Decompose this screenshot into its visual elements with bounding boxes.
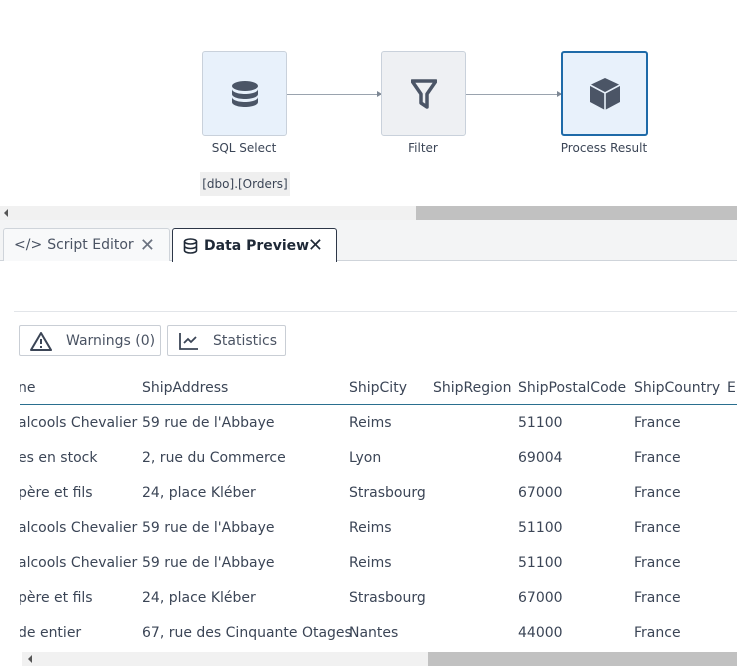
table-cell[interactable]: Reims (349, 415, 392, 431)
table-cell[interactable]: es en stock (20, 450, 97, 466)
cube-icon (589, 77, 620, 110)
table-cell[interactable]: 67000 (518, 590, 563, 606)
table-cell[interactable]: 24, place Kléber (142, 485, 256, 501)
edge-filter-result (466, 91, 562, 97)
node-process-result[interactable] (561, 51, 648, 136)
database-icon (183, 237, 198, 254)
table-cell[interactable]: père et fils (20, 485, 93, 501)
column-header[interactable]: ShipPostalCode (518, 380, 626, 396)
column-header[interactable]: E (727, 380, 736, 396)
close-icon[interactable]: ✕ (308, 235, 323, 256)
warning-icon (30, 331, 52, 351)
filter-icon (410, 78, 437, 109)
close-icon[interactable]: ✕ (140, 235, 155, 256)
table-cell[interactable]: France (634, 555, 681, 571)
node-label: SQL Select (211, 141, 277, 155)
table-cell[interactable]: 59 rue de l'Abbaye (142, 555, 274, 571)
table-cell[interactable]: 59 rue de l'Abbaye (142, 415, 274, 431)
statistics-button[interactable]: Statistics (167, 325, 286, 356)
column-header[interactable]: ShipAddress (142, 380, 228, 396)
table-cell[interactable]: France (634, 520, 681, 536)
table-cell[interactable]: Reims (349, 555, 392, 571)
table-cell[interactable]: 24, place Kléber (142, 590, 256, 606)
table-cell[interactable]: 59 rue de l'Abbaye (142, 520, 274, 536)
header-rule (20, 404, 737, 405)
table-cell[interactable]: France (634, 415, 681, 431)
code-icon: </> (14, 237, 43, 253)
database-icon (231, 80, 258, 107)
column-header[interactable]: ShipCity (349, 380, 407, 396)
node-label: Process Result (560, 141, 648, 155)
table-cell[interactable]: Strasbourg (349, 485, 426, 501)
scroll-left-arrow-icon[interactable] (4, 209, 8, 217)
table-cell[interactable]: France (634, 450, 681, 466)
table-cell[interactable]: Strasbourg (349, 590, 426, 606)
tab-label: Data Preview (204, 237, 310, 254)
table-cell[interactable]: Lyon (349, 450, 381, 466)
scroll-left-arrow-icon[interactable] (28, 655, 32, 663)
canvas-horizontal-scrollbar[interactable] (0, 206, 737, 220)
table-cell[interactable]: alcools Chevalier (20, 555, 137, 571)
scrollbar-thumb[interactable] (416, 206, 737, 220)
table-cell[interactable]: alcools Chevalier (20, 520, 137, 536)
node-sql-select[interactable] (202, 51, 287, 136)
table-cell[interactable]: de entier (20, 625, 81, 641)
node-filter[interactable] (381, 51, 466, 136)
tab-label: Script Editor (47, 237, 134, 253)
edge-sql-filter (287, 91, 382, 97)
tab-script-editor[interactable]: </> Script Editor ✕ (3, 228, 170, 261)
warnings-label: Warnings (0) (66, 332, 156, 349)
line-chart-icon (179, 332, 198, 350)
table-cell[interactable]: 69004 (518, 450, 563, 466)
column-header[interactable]: ShipCountry (634, 380, 720, 396)
statistics-label: Statistics (213, 332, 277, 349)
divider (14, 311, 737, 312)
table-cell[interactable]: 67000 (518, 485, 563, 501)
table-cell[interactable]: 2, rue du Commerce (142, 450, 286, 466)
table-cell[interactable]: France (634, 625, 681, 641)
warnings-button[interactable]: Warnings (0) (19, 325, 161, 356)
column-header[interactable]: ne (20, 380, 36, 396)
table-cell[interactable]: Nantes (349, 625, 398, 641)
table-cell[interactable]: 51100 (518, 415, 563, 431)
table-cell[interactable]: Reims (349, 520, 392, 536)
table-cell[interactable]: 44000 (518, 625, 563, 641)
node-tooltip: [dbo].[Orders] (200, 172, 290, 196)
table-cell[interactable]: France (634, 590, 681, 606)
tooltip-text: [dbo].[Orders] (202, 177, 288, 191)
table-cell[interactable]: 51100 (518, 555, 563, 571)
node-label: Filter (408, 141, 438, 155)
column-header[interactable]: ShipRegion (433, 380, 511, 396)
tab-data-preview[interactable]: Data Preview ✕ (172, 228, 337, 262)
table-cell[interactable]: 67, rue des Cinquante Otages (142, 625, 352, 641)
scrollbar-thumb[interactable] (428, 652, 737, 666)
grid-horizontal-scrollbar[interactable] (22, 652, 737, 666)
table-cell[interactable]: 51100 (518, 520, 563, 536)
table-cell[interactable]: alcools Chevalier (20, 415, 137, 431)
table-cell[interactable]: père et fils (20, 590, 93, 606)
table-cell[interactable]: France (634, 485, 681, 501)
